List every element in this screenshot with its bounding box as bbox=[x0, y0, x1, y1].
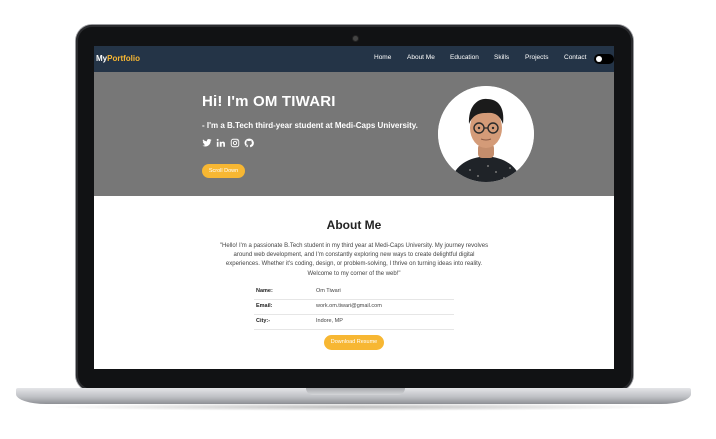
nav-projects[interactable]: Projects bbox=[525, 54, 548, 61]
brand-prefix: My bbox=[96, 54, 108, 63]
toggle-knob bbox=[596, 56, 602, 62]
nav-education[interactable]: Education bbox=[450, 54, 479, 61]
github-icon[interactable] bbox=[244, 138, 254, 148]
info-label: Name: bbox=[256, 288, 273, 294]
info-label: City:- bbox=[256, 318, 271, 324]
browser-viewport: MyPortfolio Home About Me Education Skil… bbox=[94, 46, 614, 369]
brand-accent: Portfolio bbox=[107, 54, 141, 63]
info-label: Email: bbox=[256, 303, 273, 309]
hero-section: Hi! I'm OM TIWARI - I'm a B.Tech third-y… bbox=[94, 72, 614, 196]
laptop-notch bbox=[306, 388, 405, 395]
nav-home[interactable]: Home bbox=[374, 54, 391, 61]
laptop-shadow bbox=[40, 403, 670, 411]
info-row-city: City:- Indore, MP bbox=[254, 314, 454, 330]
instagram-icon[interactable] bbox=[230, 138, 240, 148]
camera-icon bbox=[353, 36, 358, 41]
hero-title: Hi! I'm OM TIWARI bbox=[202, 93, 336, 110]
brand-logo[interactable]: MyPortfolio bbox=[96, 54, 140, 63]
info-value: work.om.tiwari@gmail.com bbox=[316, 303, 382, 309]
theme-toggle[interactable] bbox=[594, 54, 614, 64]
info-row-name: Name: Om Tiwari bbox=[254, 284, 454, 300]
hero-subtitle: - I'm a B.Tech third-year student at Med… bbox=[202, 121, 418, 130]
about-paragraph: "Hello! I'm a passionate B.Tech student … bbox=[219, 243, 489, 277]
info-value: Om Tiwari bbox=[316, 288, 341, 294]
profile-photo bbox=[438, 86, 534, 182]
scroll-down-button[interactable]: Scroll Down bbox=[202, 164, 245, 178]
download-resume-button[interactable]: Download Resume bbox=[324, 335, 384, 350]
twitter-icon[interactable] bbox=[202, 138, 212, 148]
nav-contact[interactable]: Contact bbox=[564, 54, 586, 61]
nav-skills[interactable]: Skills bbox=[494, 54, 509, 61]
linkedin-icon[interactable] bbox=[216, 138, 226, 148]
navbar: MyPortfolio Home About Me Education Skil… bbox=[94, 46, 614, 72]
info-value: Indore, MP bbox=[316, 318, 343, 324]
nav-about-me[interactable]: About Me bbox=[407, 54, 435, 61]
info-row-email: Email: work.om.tiwari@gmail.com bbox=[254, 299, 454, 315]
about-title: About Me bbox=[326, 218, 382, 232]
